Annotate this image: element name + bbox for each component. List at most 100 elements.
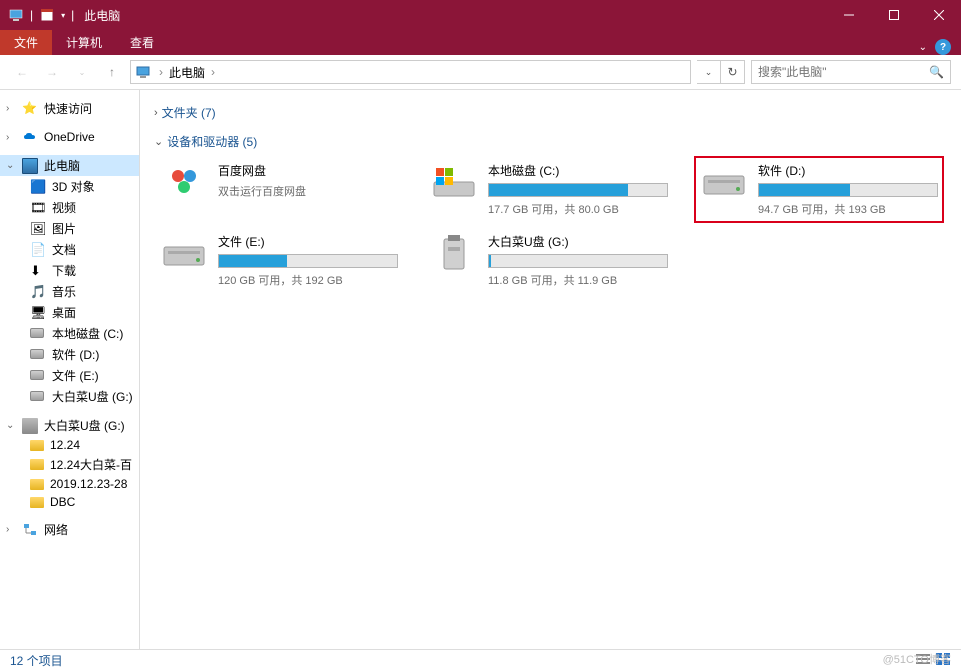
forward-button[interactable]: → [40, 60, 64, 84]
sidebar-item[interactable]: 🖥桌面 [0, 302, 139, 323]
storage-bar [488, 183, 668, 197]
chevron-right-icon[interactable]: › [209, 65, 217, 79]
item-icon [30, 389, 46, 405]
qat-dropdown-icon[interactable]: ▾ [61, 11, 65, 20]
cloud-icon [22, 129, 38, 145]
quick-access-toolbar: | ▾ | [8, 7, 74, 23]
maximize-button[interactable] [871, 0, 916, 30]
device-subtitle: 双击运行百度网盘 [218, 183, 398, 199]
sidebar-this-pc[interactable]: ⌄此电脑 [0, 155, 139, 176]
storage-bar [488, 254, 668, 268]
device-subtitle: 94.7 GB 可用，共 193 GB [758, 201, 938, 217]
search-box[interactable]: 🔍 [751, 60, 951, 84]
chevron-right-icon[interactable]: › [6, 132, 16, 143]
sidebar-item[interactable]: 🎞视频 [0, 197, 139, 218]
search-input[interactable] [758, 65, 929, 79]
properties-icon[interactable] [39, 7, 55, 23]
network-icon [22, 522, 38, 538]
device-subtitle: 120 GB 可用，共 192 GB [218, 272, 398, 288]
device-item[interactable]: 文件 (E:) 120 GB 可用，共 192 GB [154, 227, 404, 294]
ribbon-tab[interactable]: 文件 [0, 30, 52, 55]
section-devices[interactable]: ⌄ 设备和驱动器 (5) [154, 127, 947, 156]
main-view[interactable]: › 文件夹 (7) ⌄ 设备和驱动器 (5) 百度网盘双击运行百度网盘本地磁盘 … [140, 90, 961, 670]
folder-icon [30, 459, 44, 470]
back-button[interactable]: ← [10, 60, 34, 84]
address-dropdown-icon[interactable]: ⌄ [697, 60, 721, 84]
breadcrumb-root[interactable]: 此电脑 [165, 64, 209, 81]
device-name: 文件 (E:) [218, 233, 398, 250]
usb-icon [22, 418, 38, 434]
recent-dropdown-icon[interactable]: ⌄ [70, 60, 94, 84]
status-text: 12 个项目 [10, 652, 63, 669]
search-icon[interactable]: 🔍 [929, 65, 944, 79]
sidebar-item[interactable]: DBC [0, 493, 139, 511]
address-bar[interactable]: › 此电脑 › [130, 60, 691, 84]
device-item[interactable]: 本地磁盘 (C:)17.7 GB 可用，共 80.0 GB [424, 156, 674, 223]
chevron-right-icon[interactable]: › [6, 524, 16, 535]
folder-icon [30, 479, 44, 490]
device-item[interactable]: 软件 (D:) 94.7 GB 可用，共 193 GB [694, 156, 944, 223]
sidebar-item[interactable]: 2019.12.23-28 [0, 475, 139, 493]
close-button[interactable] [916, 0, 961, 30]
sidebar-item[interactable]: 本地磁盘 (C:) [0, 323, 139, 344]
item-icon: 🖥 [30, 305, 46, 321]
item-icon: ⬇ [30, 263, 46, 279]
drive-icon [430, 162, 478, 202]
sidebar-network[interactable]: ›网络 [0, 519, 139, 540]
sidebar-usb-drive[interactable]: ⌄大白菜U盘 (G:) [0, 415, 139, 436]
sidebar-item[interactable]: 大白菜U盘 (G:) [0, 386, 139, 407]
item-icon [30, 368, 46, 384]
device-name: 本地磁盘 (C:) [488, 162, 668, 179]
ribbon-right: ⌄ ? [919, 39, 961, 55]
section-devices-label: 设备和驱动器 (5) [167, 133, 257, 150]
sidebar-item[interactable]: 🖼图片 [0, 218, 139, 239]
sidebar-item[interactable]: 🎵音乐 [0, 281, 139, 302]
item-icon [30, 347, 46, 363]
chevron-right-icon: › [154, 107, 158, 119]
drive-icon [160, 162, 208, 202]
storage-bar [218, 254, 398, 268]
device-subtitle: 11.8 GB 可用，共 11.9 GB [488, 272, 668, 288]
watermark: @51CTO博客 [883, 651, 951, 667]
drive-icon [700, 162, 748, 202]
device-name: 软件 (D:) [758, 162, 938, 179]
ribbon-tab[interactable]: 计算机 [52, 30, 116, 55]
window-controls [826, 0, 961, 30]
minimize-button[interactable] [826, 0, 871, 30]
sidebar-item[interactable]: 🟦3D 对象 [0, 176, 139, 197]
item-icon: 📄 [30, 242, 46, 258]
chevron-right-icon[interactable]: › [6, 103, 16, 114]
device-item[interactable]: 百度网盘双击运行百度网盘 [154, 156, 404, 223]
sidebar-item[interactable]: 📄文档 [0, 239, 139, 260]
sidebar-item[interactable]: 12.24大白菜-百 [0, 454, 139, 475]
qat-separator: | [30, 8, 33, 22]
sidebar-item[interactable]: ⬇下载 [0, 260, 139, 281]
ribbon-tab[interactable]: 查看 [116, 30, 168, 55]
window-title: 此电脑 [84, 7, 120, 24]
device-item[interactable]: 大白菜U盘 (G:)11.8 GB 可用，共 11.9 GB [424, 227, 674, 294]
drive-icon [430, 233, 478, 273]
sidebar-onedrive[interactable]: ›OneDrive [0, 127, 139, 147]
status-bar: 12 个项目 [0, 649, 961, 671]
star-icon: ⭐ [22, 101, 38, 117]
navigation-pane[interactable]: ›⭐快速访问 ›OneDrive ⌄此电脑 🟦3D 对象🎞视频🖼图片📄文档⬇下载… [0, 90, 140, 670]
drive-icon [160, 233, 208, 273]
ribbon-expand-icon[interactable]: ⌄ [919, 42, 927, 53]
up-button[interactable]: ↑ [100, 60, 124, 84]
ribbon-tabs: 文件计算机查看 [0, 30, 168, 55]
sidebar-item[interactable]: 软件 (D:) [0, 344, 139, 365]
sidebar-item[interactable]: 12.24 [0, 436, 139, 454]
sidebar-quick-access[interactable]: ›⭐快速访问 [0, 98, 139, 119]
pc-icon [22, 158, 38, 174]
sidebar-item[interactable]: 文件 (E:) [0, 365, 139, 386]
section-folders[interactable]: › 文件夹 (7) [154, 98, 947, 127]
chevron-down-icon[interactable]: ⌄ [6, 420, 16, 431]
refresh-button[interactable]: ↻ [721, 60, 745, 84]
chevron-down-icon[interactable]: ⌄ [6, 160, 16, 171]
item-icon: 🖼 [30, 221, 46, 237]
item-icon: 🟦 [30, 179, 46, 195]
devices-grid: 百度网盘双击运行百度网盘本地磁盘 (C:)17.7 GB 可用，共 80.0 G… [154, 156, 947, 294]
ribbon: 文件计算机查看 ⌄ ? [0, 30, 961, 55]
chevron-right-icon[interactable]: › [157, 65, 165, 79]
help-icon[interactable]: ? [935, 39, 951, 55]
